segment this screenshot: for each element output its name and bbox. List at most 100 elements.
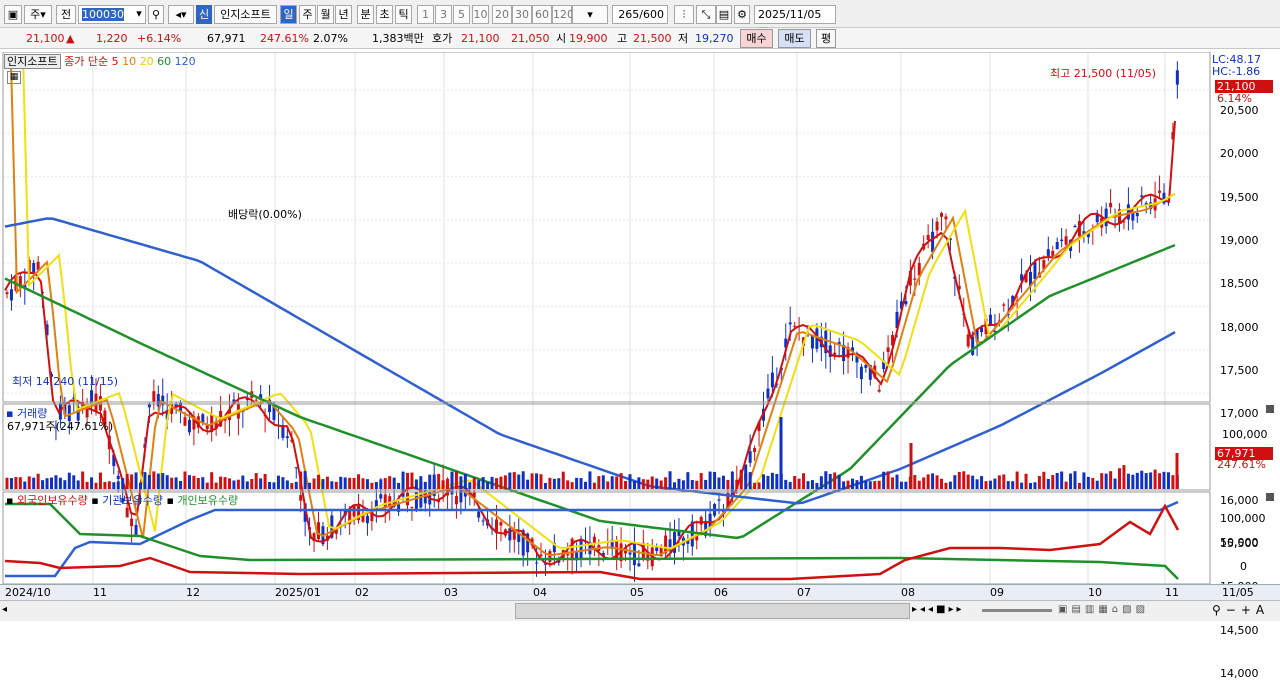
- new-badge: 신: [196, 5, 212, 24]
- playback-controls[interactable]: ▸◂◂■▸▸: [912, 604, 974, 618]
- volume-bar: [317, 474, 320, 489]
- trade-amount: 1,383백만: [372, 32, 424, 45]
- volume-bar: [299, 471, 303, 489]
- hoga-label: 호가: [432, 32, 453, 45]
- period-4[interactable]: 분: [357, 5, 374, 24]
- save-icon[interactable]: ▤: [716, 5, 732, 24]
- interval-0[interactable]: 1: [417, 5, 434, 24]
- interval-6[interactable]: 60: [532, 5, 552, 24]
- volume-bar: [41, 480, 45, 489]
- interval-dropdown[interactable]: ▾: [572, 5, 608, 24]
- candle-icon[interactable]: ⫶: [674, 5, 694, 24]
- volume-bar: [962, 471, 966, 489]
- sound-icon[interactable]: ◂▾: [168, 5, 194, 24]
- candle-body: [966, 334, 970, 347]
- volume-bar: [90, 477, 94, 489]
- open-price: 19,900: [569, 32, 608, 45]
- volume-bar: [1015, 471, 1019, 489]
- candle-body: [512, 531, 516, 540]
- table-icon[interactable]: ▦: [7, 71, 21, 84]
- candle-body: [748, 451, 752, 463]
- period-2[interactable]: 월: [317, 5, 334, 24]
- volume-bar: [477, 480, 481, 489]
- scroll-track[interactable]: [515, 603, 910, 619]
- candle-body: [1064, 236, 1068, 245]
- period-0[interactable]: 일: [280, 5, 297, 24]
- volume-bar: [548, 477, 552, 489]
- stock-code-value: 100030: [82, 8, 124, 21]
- candle-body: [632, 541, 636, 566]
- volume-bar: [855, 480, 859, 489]
- legend-ma-10: 10: [122, 55, 137, 68]
- volume-bar: [664, 477, 668, 489]
- volume-bar: [686, 472, 690, 489]
- date-value: 2025/11/05: [758, 8, 822, 21]
- legend-stock-name: 인지소프트: [4, 54, 61, 69]
- x-tick: 2024/10: [5, 586, 51, 599]
- code-dropdown-icon[interactable]: ▾: [132, 5, 146, 24]
- volume-bar: [953, 475, 957, 489]
- zoom-slider[interactable]: [982, 609, 1052, 612]
- legend-ma-20: 20: [139, 55, 154, 68]
- holding-close-icon[interactable]: [1266, 493, 1274, 501]
- volume-bar: [1166, 472, 1170, 489]
- interval-3[interactable]: 10: [472, 5, 489, 24]
- volume-bar: [926, 474, 930, 489]
- volume-bar: [681, 480, 685, 489]
- volume-bar: [592, 482, 596, 489]
- chart-tools-icons[interactable]: ▣▤▥▦⌂▧▨: [1058, 604, 1208, 618]
- volume-bar: [281, 477, 285, 489]
- candle-body: [931, 231, 935, 252]
- interval-5[interactable]: 30: [512, 5, 532, 24]
- period-3[interactable]: 년: [335, 5, 352, 24]
- market-select[interactable]: 주▾: [24, 5, 52, 24]
- candle-body: [770, 372, 774, 388]
- price-tick: 19,000: [1220, 233, 1259, 247]
- high-label: 고: [617, 32, 628, 45]
- interval-4[interactable]: 20: [492, 5, 512, 24]
- interval-7[interactable]: 120: [552, 5, 574, 24]
- candle-body: [1109, 202, 1113, 208]
- legend-ma-120: 120: [174, 55, 196, 68]
- volume-bar: [717, 477, 721, 489]
- eval-button[interactable]: 평: [816, 29, 836, 48]
- volume-bar: [753, 482, 757, 489]
- volume-bar: [895, 474, 899, 489]
- jeon-button[interactable]: 전: [56, 5, 76, 24]
- candle-body: [410, 506, 414, 508]
- period-5[interactable]: 초: [376, 5, 393, 24]
- volume-bar: [819, 476, 823, 489]
- search-icon[interactable]: ⚲: [148, 5, 164, 24]
- buy-button[interactable]: 매수: [740, 29, 773, 48]
- count-field[interactable]: 265/600: [612, 5, 668, 24]
- bottom-scroll-bar: ◂ ▸◂◂■▸▸ ▣▤▥▦⌂▧▨ ⚲−+A: [0, 600, 1280, 621]
- candle-body: [1002, 304, 1006, 306]
- draw-icon[interactable]: ⤡: [696, 5, 716, 24]
- sell-button[interactable]: 매도: [778, 29, 811, 48]
- volume-bar: [802, 473, 806, 489]
- volume-close-icon[interactable]: [1266, 405, 1274, 413]
- open-label: 시: [556, 32, 567, 45]
- period-6[interactable]: 틱: [395, 5, 412, 24]
- volume-bar: [290, 482, 294, 489]
- low-price: 19,270: [695, 32, 734, 45]
- volume-bar: [935, 475, 939, 489]
- period-1[interactable]: 주: [299, 5, 316, 24]
- volume-bar: [223, 477, 227, 489]
- candle-body: [125, 507, 129, 518]
- scroll-left-icon[interactable]: ◂: [2, 604, 14, 618]
- chart-menu-icon[interactable]: ▣: [4, 5, 22, 24]
- interval-1[interactable]: 3: [435, 5, 452, 24]
- gear-icon[interactable]: ⚙: [734, 5, 750, 24]
- volume-bar: [343, 477, 347, 489]
- date-field[interactable]: 2025/11/05 ▦: [754, 5, 836, 38]
- interval-2[interactable]: 5: [453, 5, 470, 24]
- volume-bar: [179, 480, 183, 489]
- candle-body: [859, 366, 863, 380]
- volume-bar: [410, 472, 414, 489]
- candle-body: [1175, 70, 1179, 85]
- zoom-controls[interactable]: ⚲−+A: [1212, 603, 1278, 619]
- volume-bar: [423, 481, 427, 489]
- candle-body: [717, 499, 721, 501]
- high-price: 21,500: [633, 32, 672, 45]
